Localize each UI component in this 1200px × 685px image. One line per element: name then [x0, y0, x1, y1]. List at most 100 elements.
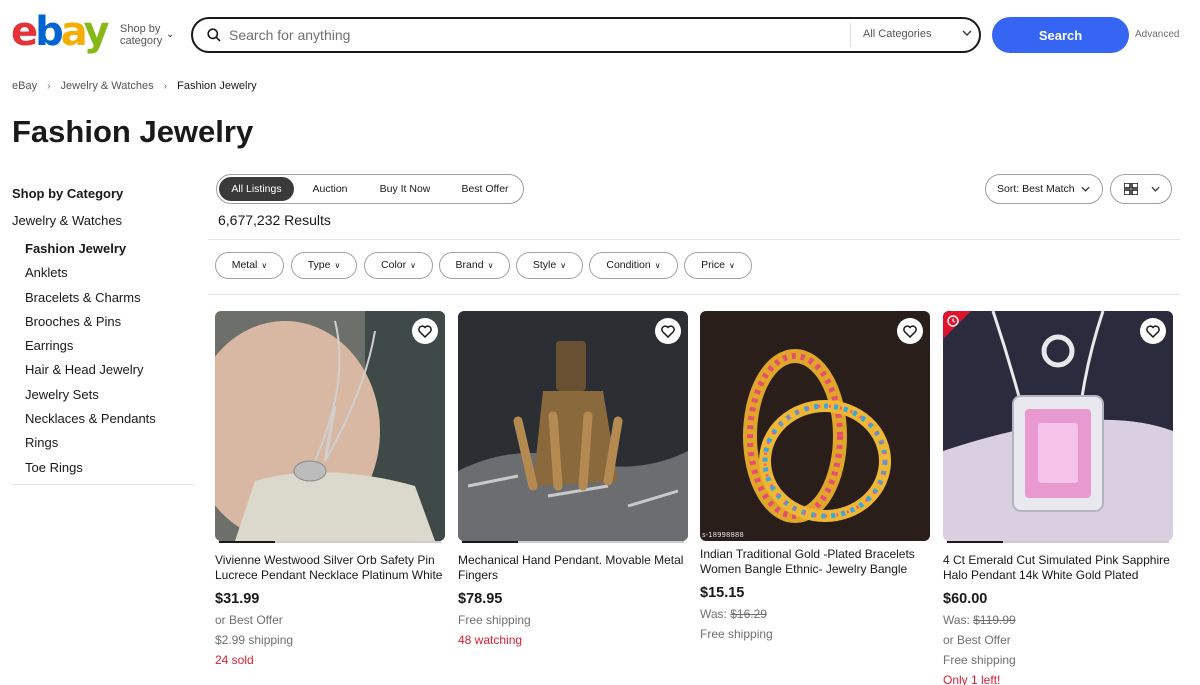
- sidebar-divider: [12, 484, 195, 485]
- shop-by-category-button[interactable]: Shop by category ⌄: [120, 23, 174, 47]
- clock-icon: [943, 311, 971, 339]
- filter-label: Type: [307, 259, 331, 271]
- product-title[interactable]: Vivienne Westwood Silver Orb Safety Pin …: [215, 553, 445, 583]
- search-input[interactable]: [229, 22, 839, 48]
- header: ebay Shop by category ⌄ All Categories S…: [0, 0, 1200, 70]
- chevron-down-icon: ∨: [654, 261, 661, 270]
- shipping-text: $2.99 shipping: [215, 633, 294, 647]
- mechanical-hand-photo: [458, 311, 688, 541]
- product-price: $15.15: [700, 585, 745, 601]
- watch-heart-icon[interactable]: [1140, 318, 1166, 344]
- breadcrumb-jewelry-watches[interactable]: Jewelry & Watches: [61, 80, 154, 92]
- tab-best-offer[interactable]: Best Offer: [449, 177, 521, 201]
- was-label: Was:: [700, 607, 727, 621]
- product-image[interactable]: [215, 311, 445, 541]
- product-title[interactable]: Indian Traditional Gold -Plated Bracelet…: [700, 547, 930, 577]
- divider: [208, 239, 1180, 240]
- filter-metal[interactable]: Metal ∨: [215, 252, 284, 279]
- chevron-down-icon: ∨: [560, 261, 567, 270]
- product-price: $78.95: [458, 591, 503, 607]
- filter-type[interactable]: Type ∨: [291, 252, 357, 279]
- sidebar-item-jewelry-sets[interactable]: Jewelry Sets: [12, 383, 195, 407]
- image-carousel-progress: [458, 541, 688, 544]
- filter-price[interactable]: Price ∨: [684, 252, 752, 279]
- pendant-photo: [943, 311, 1173, 541]
- filter-label: Condition: [606, 259, 651, 271]
- page-title: Fashion Jewelry: [12, 114, 254, 149]
- watch-heart-icon[interactable]: [655, 318, 681, 344]
- product-card[interactable]: s-18998888 Indian Traditional Gold -Plat…: [700, 311, 930, 641]
- product-image[interactable]: s-18998888: [700, 311, 930, 541]
- was-label: Was:: [943, 613, 970, 627]
- product-card[interactable]: Vivienne Westwood Silver Orb Safety Pin …: [215, 311, 445, 667]
- sidebar-item-toe-rings[interactable]: Toe Rings: [12, 456, 195, 480]
- sidebar-item-fashion-jewelry[interactable]: Fashion Jewelry: [12, 237, 195, 261]
- chevron-down-icon: [1151, 186, 1160, 192]
- filter-style[interactable]: Style ∨: [516, 252, 583, 279]
- sidebar-item-brooches-pins[interactable]: Brooches & Pins: [12, 310, 195, 334]
- product-image[interactable]: [458, 311, 688, 541]
- chevron-down-icon: ∨: [261, 261, 268, 270]
- sidebar-item-hair-head-jewelry[interactable]: Hair & Head Jewelry: [12, 358, 195, 382]
- divider: [850, 23, 851, 47]
- category-select[interactable]: All Categories: [863, 28, 931, 40]
- image-watermark-text: s-18998888: [702, 531, 744, 539]
- sidebar-item-necklaces-pendants[interactable]: Necklaces & Pendants: [12, 407, 195, 431]
- shop-by-category-label: category: [120, 35, 163, 47]
- product-title[interactable]: 4 Ct Emerald Cut Simulated Pink Sapphire…: [943, 553, 1173, 583]
- product-card[interactable]: Mechanical Hand Pendant. Movable Metal F…: [458, 311, 688, 647]
- grid-view-icon: [1124, 183, 1138, 195]
- sort-dropdown[interactable]: Sort: Best Match: [985, 174, 1103, 204]
- product-card[interactable]: 4 Ct Emerald Cut Simulated Pink Sapphire…: [943, 311, 1173, 685]
- product-price: $31.99: [215, 591, 260, 607]
- advanced-search-link[interactable]: Advanced: [1135, 29, 1179, 40]
- watch-heart-icon[interactable]: [897, 318, 923, 344]
- shipping-text: Free shipping: [458, 613, 531, 627]
- necklace-photo: [215, 311, 445, 541]
- filter-label: Price: [701, 259, 726, 271]
- search-button[interactable]: Search: [992, 17, 1129, 53]
- sidebar-parent-category[interactable]: Jewelry & Watches: [12, 213, 195, 228]
- original-price: $16.29: [730, 607, 767, 621]
- sidebar-item-bracelets-charms[interactable]: Bracelets & Charms: [12, 286, 195, 310]
- chevron-down-icon: ∨: [410, 261, 416, 270]
- chevron-down-icon: ∨: [487, 261, 494, 270]
- sidebar-heading: Shop by Category: [12, 186, 124, 201]
- category-sidebar: Shop by Category Jewelry & Watches Fashi…: [12, 186, 195, 480]
- sold-count: 24 sold: [215, 653, 254, 667]
- was-price: Was: $119.99: [943, 613, 1173, 627]
- sidebar-item-rings[interactable]: Rings: [12, 431, 195, 455]
- chevron-down-icon: ∨: [729, 261, 735, 270]
- sidebar-item-anklets[interactable]: Anklets: [12, 261, 195, 285]
- chevron-down-icon: [1081, 186, 1090, 192]
- product-image[interactable]: [943, 311, 1173, 541]
- filter-brand[interactable]: Brand ∨: [439, 252, 510, 279]
- view-toggle-button[interactable]: [1110, 174, 1172, 204]
- watch-heart-icon[interactable]: [412, 318, 438, 344]
- product-title[interactable]: Mechanical Hand Pendant. Movable Metal F…: [458, 553, 688, 583]
- best-offer-text: or Best Offer: [215, 613, 283, 627]
- filter-color[interactable]: Color ∨: [364, 252, 433, 279]
- chevron-right-icon: ›: [47, 81, 51, 92]
- was-price: Was: $16.29: [700, 607, 930, 621]
- tab-all-listings[interactable]: All Listings: [219, 177, 294, 201]
- shipping-text: Free shipping: [700, 627, 773, 641]
- ebay-logo[interactable]: ebay: [11, 9, 110, 55]
- filter-condition[interactable]: Condition ∨: [589, 252, 678, 279]
- watching-count: 48 watching: [458, 633, 523, 647]
- filter-label: Color: [381, 259, 407, 271]
- breadcrumb-ebay[interactable]: eBay: [12, 80, 37, 92]
- tab-buy-it-now[interactable]: Buy It Now: [367, 177, 443, 201]
- chevron-down-icon: ⌄: [166, 29, 175, 40]
- filter-label: Metal: [231, 259, 258, 271]
- search-icon: [207, 28, 221, 42]
- results-count: 6,677,232 Results: [218, 212, 331, 228]
- logo-letter-b: b: [35, 9, 64, 55]
- chevron-right-icon: ›: [163, 81, 168, 92]
- tab-auction[interactable]: Auction: [299, 177, 361, 201]
- logo-letter-a: a: [60, 9, 87, 55]
- search-box: All Categories: [191, 17, 981, 53]
- original-price: $119.99: [973, 613, 1016, 627]
- sidebar-item-earrings[interactable]: Earrings: [12, 334, 195, 358]
- logo-letter-y: y: [83, 9, 110, 55]
